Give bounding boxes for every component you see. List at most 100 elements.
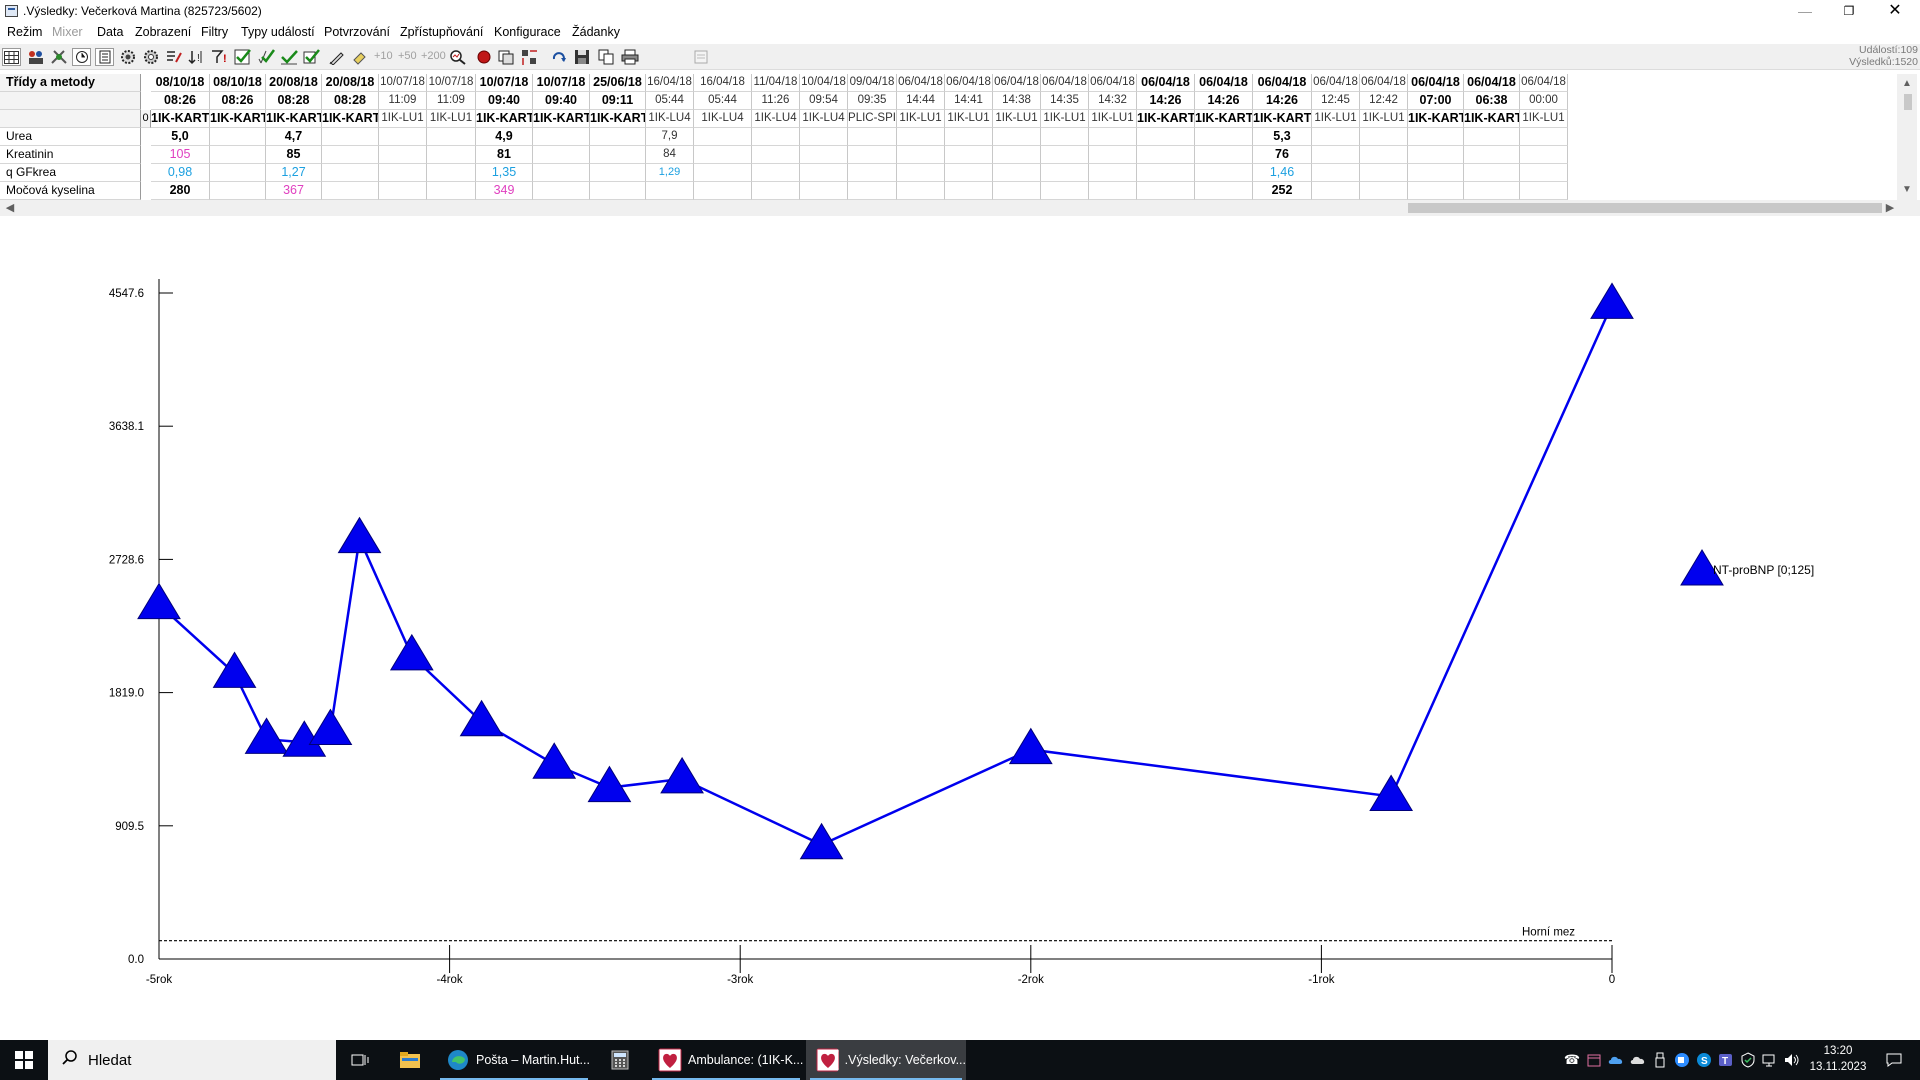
scroll-thumb[interactable] — [1408, 203, 1882, 213]
scroll-down-icon[interactable]: ▼ — [1897, 182, 1917, 198]
tools-icon[interactable] — [49, 47, 69, 67]
system-clock[interactable]: 13:20 13.11.2023 — [1808, 1043, 1868, 1075]
empty-cell[interactable] — [1360, 146, 1408, 164]
column-date[interactable]: 20/08/18 — [322, 74, 379, 92]
column-date[interactable]: 06/04/18 — [1360, 74, 1408, 92]
column-time[interactable]: 14:32 — [1089, 92, 1137, 110]
empty-cell[interactable] — [1520, 128, 1568, 146]
result-cell[interactable]: 81 — [476, 146, 533, 164]
column-department[interactable]: 1IK-LU1 — [427, 110, 476, 128]
empty-cell[interactable] — [993, 164, 1041, 182]
empty-cell[interactable] — [1089, 164, 1137, 182]
save-icon[interactable] — [572, 47, 592, 67]
gear-icon[interactable] — [118, 47, 138, 67]
result-cell[interactable]: 1,35 — [476, 164, 533, 182]
empty-cell[interactable] — [1360, 164, 1408, 182]
column-date[interactable]: 06/04/18 — [993, 74, 1041, 92]
empty-cell[interactable] — [848, 128, 897, 146]
calculator-icon[interactable] — [596, 1040, 644, 1080]
column-date[interactable]: 06/04/18 — [1041, 74, 1089, 92]
calendar-icon[interactable] — [1584, 1040, 1604, 1080]
empty-cell[interactable] — [1195, 164, 1253, 182]
empty-cell[interactable] — [1041, 182, 1089, 200]
check-icon[interactable] — [233, 47, 253, 67]
empty-cell[interactable] — [694, 146, 752, 164]
onedrive-icon[interactable] — [1606, 1040, 1626, 1080]
column-time[interactable]: 09:35 — [848, 92, 897, 110]
column-department[interactable]: 1IK-KART — [1137, 110, 1195, 128]
empty-cell[interactable] — [322, 128, 379, 146]
column-time[interactable]: 14:35 — [1041, 92, 1089, 110]
empty-cell[interactable] — [1137, 128, 1195, 146]
record-icon[interactable] — [474, 47, 494, 67]
empty-cell[interactable] — [897, 164, 945, 182]
column-date[interactable]: 09/04/18 — [848, 74, 897, 92]
check-box-icon[interactable] — [302, 47, 322, 67]
menu-konfigurace[interactable]: Konfigurace — [494, 25, 561, 39]
column-time[interactable]: 12:42 — [1360, 92, 1408, 110]
column-date[interactable]: 06/04/18 — [1195, 74, 1253, 92]
column-date[interactable]: 06/04/18 — [1520, 74, 1568, 92]
column-date[interactable]: 10/07/18 — [379, 74, 427, 92]
zoom-icon[interactable] — [1672, 1040, 1692, 1080]
empty-cell[interactable] — [1195, 128, 1253, 146]
empty-cell[interactable] — [533, 128, 590, 146]
column-department[interactable]: PLIC-SPI — [848, 110, 897, 128]
grid-tools-icon[interactable] — [520, 47, 540, 67]
empty-cell[interactable] — [1520, 164, 1568, 182]
column-department[interactable]: 1IK-KART — [322, 110, 379, 128]
column-time[interactable]: 09:54 — [800, 92, 848, 110]
empty-cell[interactable] — [590, 128, 646, 146]
result-cell[interactable]: 252 — [1253, 182, 1312, 200]
copy-icon[interactable] — [596, 47, 616, 67]
column-date[interactable]: 08/10/18 — [210, 74, 266, 92]
empty-cell[interactable] — [694, 164, 752, 182]
menu-typy-udalosti[interactable]: Typy událostí — [241, 25, 315, 39]
column-time[interactable]: 08:26 — [210, 92, 266, 110]
plus-10-button[interactable]: +10 — [374, 50, 393, 62]
vertical-scrollbar[interactable]: ▲ ▼ — [1897, 74, 1917, 200]
empty-cell[interactable] — [1408, 128, 1464, 146]
empty-cell[interactable] — [800, 164, 848, 182]
empty-cell[interactable] — [1312, 182, 1360, 200]
column-date[interactable]: 08/10/18 — [151, 74, 210, 92]
edit-list-icon[interactable] — [164, 47, 184, 67]
result-cell[interactable]: 76 — [1253, 146, 1312, 164]
empty-cell[interactable] — [694, 182, 752, 200]
empty-cell[interactable] — [1520, 146, 1568, 164]
result-cell[interactable]: 5,0 — [151, 128, 210, 146]
empty-cell[interactable] — [427, 128, 476, 146]
empty-cell[interactable] — [945, 182, 993, 200]
phone-icon[interactable]: ☎ — [1562, 1040, 1582, 1080]
plus-200-button[interactable]: +200 — [421, 50, 446, 62]
empty-cell[interactable] — [1464, 128, 1520, 146]
result-cell[interactable]: 4,9 — [476, 128, 533, 146]
column-time[interactable]: 08:28 — [266, 92, 322, 110]
empty-cell[interactable] — [379, 182, 427, 200]
empty-cell[interactable] — [1464, 146, 1520, 164]
result-cell[interactable]: 84 — [646, 146, 694, 164]
document-icon[interactable] — [95, 48, 114, 66]
start-button[interactable] — [0, 1040, 48, 1080]
menu-zadanky[interactable]: Žádanky — [572, 25, 620, 39]
empty-cell[interactable] — [1089, 146, 1137, 164]
column-time[interactable]: 07:00 — [1408, 92, 1464, 110]
settings-icon[interactable] — [141, 47, 161, 67]
row-label-gfkrea[interactable]: q GFkrea — [0, 164, 141, 182]
empty-cell[interactable] — [897, 146, 945, 164]
column-department[interactable]: 1IK-LU4 — [752, 110, 800, 128]
column-department[interactable]: 1IK-LU4 — [694, 110, 752, 128]
empty-cell[interactable] — [533, 182, 590, 200]
empty-cell[interactable] — [210, 182, 266, 200]
column-date[interactable]: 06/04/18 — [945, 74, 993, 92]
empty-cell[interactable] — [945, 146, 993, 164]
column-department[interactable]: 1IK-LU1 — [897, 110, 945, 128]
column-date[interactable]: 25/06/18 — [590, 74, 646, 92]
column-department[interactable]: 1IK-LU1 — [1041, 110, 1089, 128]
column-time[interactable]: 11:09 — [379, 92, 427, 110]
empty-cell[interactable] — [1464, 164, 1520, 182]
menu-zobrazeni[interactable]: Zobrazení — [135, 25, 191, 39]
column-department[interactable]: 1IK-KART — [1408, 110, 1464, 128]
column-date[interactable]: 10/07/18 — [427, 74, 476, 92]
clock-icon[interactable] — [72, 48, 91, 66]
